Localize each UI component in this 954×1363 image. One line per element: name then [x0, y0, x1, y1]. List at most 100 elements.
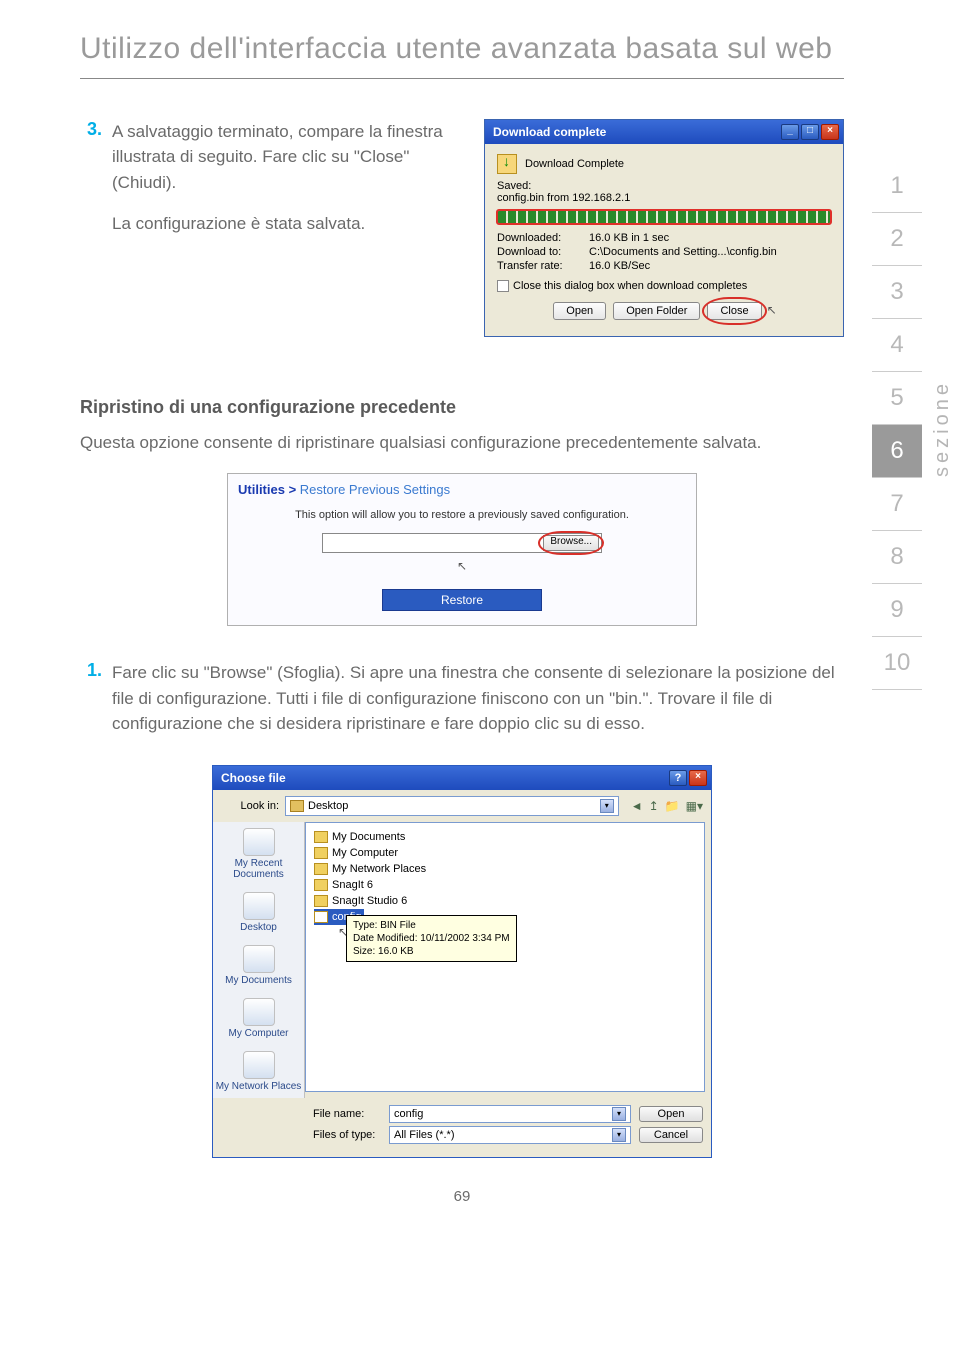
window-close-button[interactable]: ×	[689, 770, 707, 786]
back-icon[interactable]: ◄	[631, 799, 643, 813]
step-3-number: 3.	[80, 119, 102, 237]
help-button[interactable]: ?	[669, 770, 687, 786]
download-to-value: C:\Documents and Setting...\config.bin	[589, 246, 777, 258]
chevron-down-icon: ▾	[600, 799, 614, 813]
step-1-number: 1.	[80, 660, 102, 737]
new-folder-icon[interactable]: 📁	[665, 799, 680, 813]
section-nav: 1 2 3 4 5 6 7 8 9 10	[872, 160, 922, 690]
file-tooltip: Type: BIN File Date Modified: 10/11/2002…	[346, 915, 517, 962]
look-in-dropdown[interactable]: Desktop ▾	[285, 796, 619, 816]
close-when-done-label: Close this dialog box when download comp…	[513, 280, 747, 292]
desktop-icon	[290, 800, 304, 812]
open-button[interactable]: Open	[553, 302, 606, 320]
tooltip-type: Type: BIN File	[353, 919, 510, 932]
filetype-dropdown[interactable]: All Files (*.*)▾	[389, 1126, 631, 1144]
place-mydocs-label: My Documents	[225, 975, 292, 986]
file-label: SnagIt Studio 6	[332, 895, 407, 907]
download-icon	[497, 154, 517, 174]
saved-value: config.bin from 192.168.2.1	[497, 192, 831, 204]
nav-1[interactable]: 1	[872, 160, 922, 213]
breadcrumb-root: Utilities >	[238, 482, 296, 497]
open-button[interactable]: Open	[639, 1106, 703, 1122]
step-3-text: A salvataggio terminato, compare la fine…	[112, 119, 460, 196]
close-button[interactable]: Close	[707, 302, 761, 320]
choose-file-dialog: Choose file ? × Look in: Desktop ▾ ◄ ↥ 📁…	[212, 765, 712, 1158]
cursor-icon: ↖	[457, 559, 467, 573]
computer-icon	[243, 998, 275, 1026]
filename-value: config	[394, 1108, 423, 1120]
place-mycomputer[interactable]: My Computer	[213, 992, 304, 1045]
downloaded-label: Downloaded:	[497, 232, 583, 244]
place-desktop-label: Desktop	[240, 922, 277, 933]
list-item[interactable]: My Network Places	[314, 861, 696, 877]
file-label: SnagIt 6	[332, 879, 373, 891]
breadcrumb-current: Restore Previous Settings	[300, 482, 450, 497]
restore-heading: Ripristino di una configurazione precede…	[80, 397, 844, 418]
computer-icon	[314, 847, 328, 859]
place-mynetwork[interactable]: My Network Places	[213, 1045, 304, 1098]
transfer-rate-label: Transfer rate:	[497, 260, 583, 272]
nav-10[interactable]: 10	[872, 637, 922, 690]
file-label: My Computer	[332, 847, 398, 859]
file-list[interactable]: My Documents My Computer My Network Plac…	[305, 822, 705, 1092]
place-mynetwork-label: My Network Places	[216, 1081, 302, 1092]
page-title: Utilizzo dell'interfaccia utente avanzat…	[80, 30, 844, 79]
list-item[interactable]: SnagIt Studio 6	[314, 893, 696, 909]
restore-panel: Utilities > Restore Previous Settings Th…	[227, 473, 697, 626]
step-3-text-b: La configurazione è stata salvata.	[112, 211, 460, 237]
dialog-title: Download complete	[493, 125, 606, 139]
page-number: 69	[80, 1188, 844, 1205]
nav-7[interactable]: 7	[872, 478, 922, 531]
nav-4[interactable]: 4	[872, 319, 922, 372]
close-when-done-checkbox[interactable]	[497, 280, 509, 292]
download-to-label: Download to:	[497, 246, 583, 258]
place-mydocs[interactable]: My Documents	[213, 939, 304, 992]
chevron-down-icon[interactable]: ▾	[612, 1128, 626, 1142]
chevron-down-icon[interactable]: ▾	[612, 1107, 626, 1121]
views-icon[interactable]: ▦▾	[686, 799, 703, 813]
nav-9[interactable]: 9	[872, 584, 922, 637]
nav-6[interactable]: 6	[872, 425, 922, 478]
restore-description: This option will allow you to restore a …	[238, 509, 686, 521]
progress-bar	[497, 210, 831, 224]
network-icon	[314, 863, 328, 875]
filename-label: File name:	[313, 1108, 381, 1120]
nav-8[interactable]: 8	[872, 531, 922, 584]
browse-button[interactable]: Browse...	[543, 535, 599, 551]
list-item[interactable]: My Documents	[314, 829, 696, 845]
cancel-button[interactable]: Cancel	[639, 1127, 703, 1143]
place-recent[interactable]: My Recent Documents	[213, 822, 304, 886]
filetype-label: Files of type:	[313, 1129, 381, 1141]
nav-5[interactable]: 5	[872, 372, 922, 425]
downloaded-value: 16.0 KB in 1 sec	[589, 232, 669, 244]
list-item[interactable]: SnagIt 6	[314, 877, 696, 893]
restore-intro: Questa opzione consente di ripristinare …	[80, 430, 844, 456]
place-recent-label: My Recent Documents	[233, 858, 284, 880]
dialog-titlebar: Download complete _ □ ×	[485, 120, 843, 144]
up-icon[interactable]: ↥	[649, 799, 659, 813]
tooltip-size: Size: 16.0 KB	[353, 945, 510, 958]
app-icon	[314, 879, 328, 891]
app-icon	[314, 895, 328, 907]
file-icon	[314, 911, 328, 923]
place-desktop[interactable]: Desktop	[213, 886, 304, 939]
window-close-button[interactable]: ×	[821, 124, 839, 140]
recent-icon	[243, 828, 275, 856]
nav-2[interactable]: 2	[872, 213, 922, 266]
nav-3[interactable]: 3	[872, 266, 922, 319]
restore-button[interactable]: Restore	[382, 589, 542, 611]
transfer-rate-value: 16.0 KB/Sec	[589, 260, 650, 272]
list-item[interactable]: My Computer	[314, 845, 696, 861]
mydocs-icon	[243, 945, 275, 973]
places-bar: My Recent Documents Desktop My Documents…	[213, 822, 305, 1098]
open-folder-button[interactable]: Open Folder	[613, 302, 700, 320]
file-path-input[interactable]: Browse...	[322, 533, 602, 553]
file-label: My Network Places	[332, 863, 426, 875]
look-in-value: Desktop	[308, 800, 348, 812]
maximize-button[interactable]: □	[801, 124, 819, 140]
choose-file-title: Choose file	[221, 771, 286, 785]
filename-input[interactable]: config ▾	[389, 1105, 631, 1123]
download-complete-dialog: Download complete _ □ × Download Complet…	[484, 119, 844, 337]
minimize-button[interactable]: _	[781, 124, 799, 140]
tooltip-date: Date Modified: 10/11/2002 3:34 PM	[353, 932, 510, 945]
